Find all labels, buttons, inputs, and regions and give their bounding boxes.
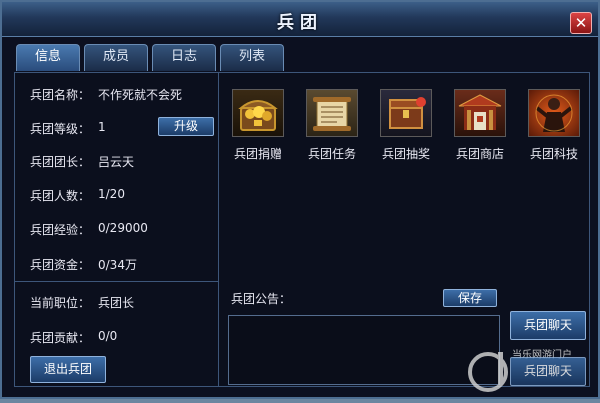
scroll-icon (306, 89, 358, 137)
position-label: 当前职位： (30, 296, 91, 310)
notice-label: 兵团公告： (231, 292, 292, 306)
shop-building-icon (454, 89, 506, 137)
feature-shop-label: 兵团商店 (455, 147, 504, 161)
quit-guild-button[interactable]: 退出兵团 (30, 356, 106, 383)
lottery-chest-icon (380, 89, 432, 137)
vertical-divider (218, 72, 219, 387)
guild-leader-value: 吕云天 (98, 155, 135, 169)
guild-leader-label: 兵团团长： (30, 155, 91, 169)
feature-tech[interactable]: 兵团科技 (523, 87, 585, 167)
close-icon: ✕ (574, 14, 588, 32)
contribution-row: 兵团贡献： 0/0 (30, 329, 117, 346)
feature-shop[interactable]: 兵团商店 (449, 87, 511, 167)
guild-name-value: 不作死就不会死 (98, 88, 183, 102)
feature-task[interactable]: 兵团任务 (301, 87, 363, 167)
guild-level-row: 兵团等级： 1 (30, 120, 106, 137)
contribution-value: 0/0 (98, 329, 118, 343)
feature-task-label: 兵团任务 (307, 147, 356, 161)
guild-chat-button[interactable]: 兵团聊天 (510, 311, 586, 340)
feature-lottery[interactable]: 兵团抽奖 (375, 87, 437, 167)
guild-exp-row: 兵团经验： 0/29000 (30, 221, 148, 238)
feature-tech-label: 兵团科技 (529, 147, 578, 161)
feature-donate[interactable]: 兵团捐赠 (227, 87, 289, 167)
guild-exp-value: 0/29000 (98, 221, 148, 235)
guild-members-row: 兵团人数： 1/20 (30, 187, 125, 204)
position-row: 当前职位： 兵团长 (30, 294, 134, 311)
feature-lottery-label: 兵团抽奖 (381, 147, 430, 161)
treasure-chest-icon (232, 89, 284, 137)
feature-donate-label: 兵团捐赠 (233, 147, 282, 161)
guild-members-label: 兵团人数： (30, 189, 91, 203)
window-title: 兵团 (277, 13, 323, 33)
guild-members-value: 1/20 (98, 187, 125, 201)
guild-funds-row: 兵团资金： 0/34万 (30, 256, 137, 273)
save-notice-button[interactable]: 保存 (443, 289, 497, 307)
guild-level-label: 兵团等级： (30, 122, 91, 136)
guild-name-row: 兵团名称： 不作死就不会死 (30, 86, 182, 103)
tab-list[interactable]: 列表 (220, 44, 284, 71)
guild-exp-label: 兵团经验： (30, 223, 91, 237)
position-value: 兵团长 (98, 296, 135, 310)
guild-funds-label: 兵团资金： (30, 258, 91, 272)
guild-leader-row: 兵团团长： 吕云天 (30, 153, 134, 170)
guild-chat-button-secondary[interactable]: 兵团聊天 (510, 357, 586, 386)
tech-figure-icon (528, 89, 580, 137)
guild-name-label: 兵团名称： (30, 88, 91, 102)
guild-level-value: 1 (98, 120, 106, 134)
tab-members[interactable]: 成员 (84, 44, 148, 71)
close-button[interactable]: ✕ (570, 12, 592, 34)
guild-funds-value: 0/34万 (98, 258, 137, 272)
upgrade-button[interactable]: 升级 (158, 117, 214, 136)
tab-info[interactable]: 信息 (16, 44, 80, 71)
title-bar: 兵团 ✕ (2, 2, 598, 37)
contribution-label: 兵团贡献： (30, 331, 91, 345)
horizontal-divider (14, 281, 219, 282)
tab-log[interactable]: 日志 (152, 44, 216, 71)
